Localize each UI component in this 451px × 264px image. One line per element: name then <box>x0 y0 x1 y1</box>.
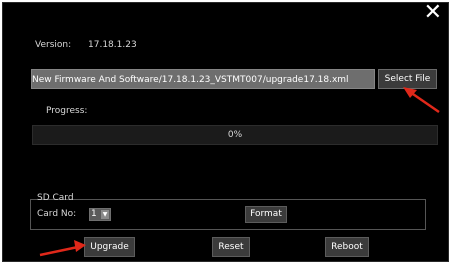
chevron-down-icon: ▼ <box>101 210 109 219</box>
version-value: 17.18.1.23 <box>88 40 137 50</box>
format-button[interactable]: Format <box>245 206 287 223</box>
reboot-button[interactable]: Reboot <box>325 237 369 257</box>
version-row: Version: 17.18.1.23 <box>35 40 137 50</box>
version-label: Version: <box>35 40 72 50</box>
card-no-select[interactable]: 1 ▼ <box>89 208 111 221</box>
progress-label: Progress: <box>46 106 88 116</box>
progress-text: 0% <box>227 130 243 140</box>
firmware-path-text: New Firmware And Software/17.18.1.23_VST… <box>32 75 349 85</box>
upgrade-button[interactable]: Upgrade <box>84 237 135 257</box>
card-no-label: Card No: <box>37 209 77 219</box>
card-no-value: 1 <box>91 209 97 219</box>
progress-bar: 0% <box>32 125 438 145</box>
close-icon[interactable]: ✕ <box>424 2 442 24</box>
sd-card-title: SD Card <box>37 193 74 203</box>
reset-button[interactable]: Reset <box>212 237 250 257</box>
select-file-button[interactable]: Select File <box>378 69 437 89</box>
firmware-path-field[interactable]: New Firmware And Software/17.18.1.23_VST… <box>31 69 375 89</box>
